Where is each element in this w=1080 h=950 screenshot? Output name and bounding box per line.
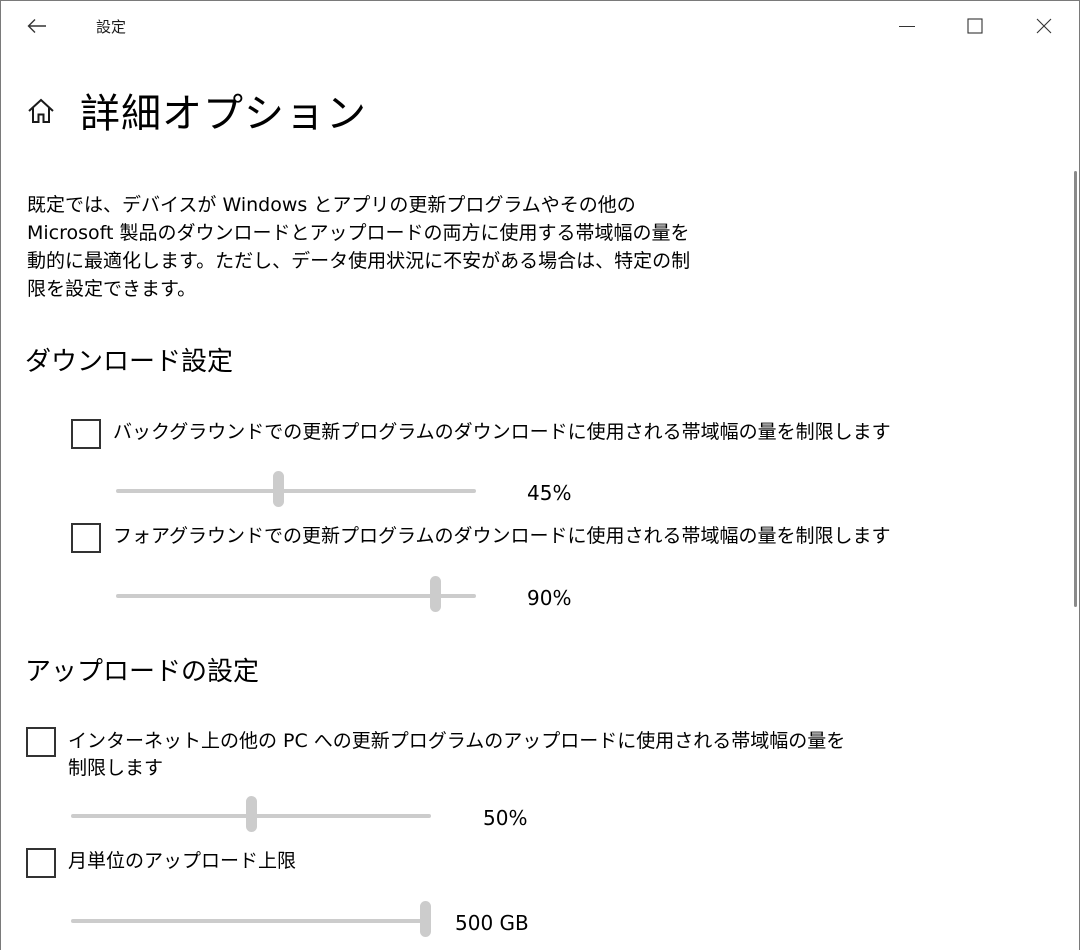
minimize-button[interactable] [873,1,941,51]
internet-upload-value: 50% [483,806,528,830]
monthly-upload-limit-checkbox[interactable] [26,848,56,878]
internet-upload-slider[interactable] [71,796,431,836]
foreground-download-slider[interactable] [116,576,476,616]
monthly-upload-limit-label: 月単位のアップロード上限 [68,850,297,872]
slider-thumb[interactable] [430,576,441,612]
home-button[interactable] [25,95,57,127]
internet-upload-limit-label: インターネット上の他の PC への更新プログラムのアップロードに使用される帯域幅… [68,730,846,779]
back-button[interactable] [1,1,73,51]
foreground-download-value: 90% [527,586,572,610]
page-description: 既定では、デバイスが Windows とアプリの更新プログラムやその他の Mic… [27,194,691,300]
download-section-title: ダウンロード設定 [25,347,234,377]
home-icon [28,98,54,123]
foreground-limit-checkbox[interactable] [71,523,101,553]
monthly-upload-slider[interactable] [71,901,431,941]
foreground-limit-label: フォアグラウンドでの更新プログラムのダウンロードに使用される帯域幅の量を制限しま… [113,525,891,547]
slider-track [71,919,431,923]
back-arrow-icon [27,19,46,33]
vertical-scrollbar[interactable] [1074,171,1077,607]
slider-track [116,594,476,598]
title-bar: 設定 [1,1,1079,51]
background-limit-label: バックグラウンドでの更新プログラムのダウンロードに使用される帯域幅の量を制限しま… [113,421,891,443]
slider-thumb[interactable] [273,471,284,507]
slider-thumb[interactable] [246,796,257,832]
internet-upload-limit-checkbox[interactable] [26,727,56,757]
upload-section-title: アップロードの設定 [25,657,260,687]
slider-thumb[interactable] [420,901,431,937]
background-limit-checkbox[interactable] [71,419,101,449]
background-download-slider[interactable] [116,471,476,511]
app-title: 設定 [96,18,127,36]
minimize-icon [899,26,915,27]
settings-window: 設定 詳細オプション 既定では、デバイスが Windows とアプリの更新プログ… [0,0,1080,950]
close-button[interactable] [1010,1,1078,51]
monthly-upload-value: 500 GB [455,911,529,935]
background-download-value: 45% [527,481,572,505]
maximize-icon [967,18,983,34]
page-title: 詳細オプション [80,91,367,137]
maximize-button[interactable] [941,1,1009,51]
slider-track [116,489,476,493]
close-icon [1036,18,1052,34]
